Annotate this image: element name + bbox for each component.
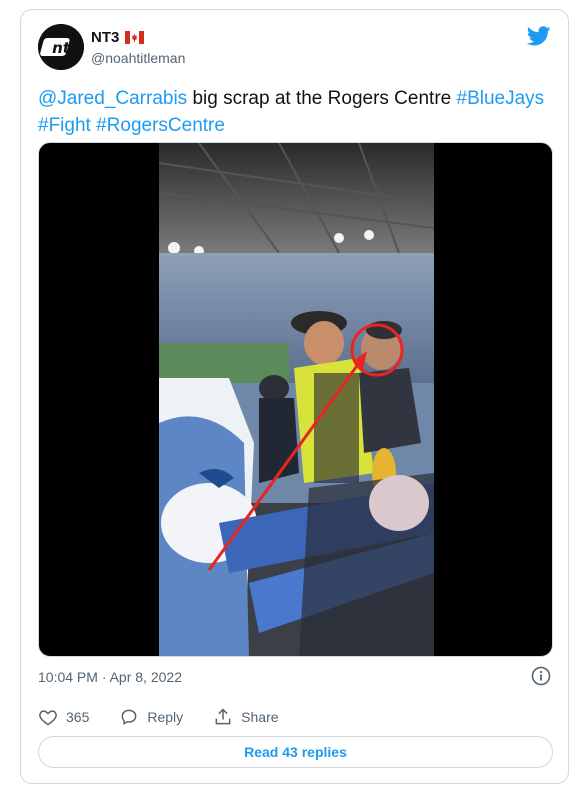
tweet-timestamp[interactable]: 10:04 PM · Apr 8, 2022 xyxy=(38,669,182,685)
mention-link[interactable]: @Jared_Carrabis xyxy=(38,88,187,109)
author-handle[interactable]: @noahtitleman xyxy=(91,50,185,66)
share-label: Share xyxy=(241,709,279,725)
tweet-text: @Jared_Carrabis big scrap at the Rogers … xyxy=(38,85,548,139)
share-upload-icon xyxy=(215,708,231,725)
avatar-logo-icon: nt xyxy=(38,24,84,70)
share-button[interactable]: Share xyxy=(213,707,279,727)
stadium-video-still xyxy=(159,143,434,656)
info-icon[interactable] xyxy=(531,666,551,686)
video-player[interactable] xyxy=(38,142,553,657)
reply-bubble-icon xyxy=(121,709,137,725)
tweet-actions: 365 Reply Share xyxy=(38,707,309,727)
reply-button[interactable]: Reply xyxy=(119,707,183,727)
like-count: 365 xyxy=(66,709,90,725)
hashtag-link[interactable]: #BlueJays xyxy=(457,88,545,109)
read-replies-button[interactable]: Read 43 replies xyxy=(38,736,553,768)
author-name-row: NT3 xyxy=(91,29,145,46)
reply-label: Reply xyxy=(147,709,184,725)
heart-icon xyxy=(39,710,57,726)
tweet-card: nt NT3 @noahtitleman @Jared_Carrabis big… xyxy=(20,9,569,784)
hashtag-link[interactable]: #RogersCentre xyxy=(96,115,225,136)
like-button[interactable]: 365 xyxy=(38,707,89,727)
video-frame[interactable] xyxy=(159,143,434,656)
author-name[interactable]: NT3 xyxy=(91,29,119,46)
avatar[interactable]: nt xyxy=(38,24,84,70)
tweet-body: big scrap at the Rogers Centre xyxy=(187,88,457,109)
canada-flag-icon xyxy=(125,31,145,44)
twitter-bird-icon[interactable] xyxy=(526,24,551,48)
svg-text:nt: nt xyxy=(52,39,71,57)
hashtag-link[interactable]: #Fight xyxy=(38,115,91,136)
